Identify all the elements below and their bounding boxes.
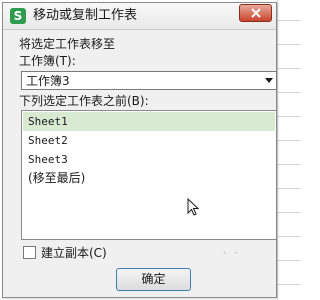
ok-button[interactable]: 确定: [116, 268, 191, 291]
copy-checkbox[interactable]: [23, 246, 36, 259]
sheet-listbox[interactable]: Sheet1 Sheet2 Sheet3 (移至最后): [21, 110, 277, 240]
dialog-titlebar[interactable]: S 移动或复制工作表: [3, 3, 276, 30]
sheet-grid-line: [277, 212, 300, 213]
sheet-grid-line: [277, 92, 300, 93]
list-item-sheet1[interactable]: Sheet1: [23, 112, 275, 131]
decorative-dots: • •: [222, 248, 240, 259]
sheet-grid-line: [277, 188, 300, 189]
wps-spreadsheet-icon: S: [10, 8, 26, 24]
workbook-select[interactable]: 工作簿3: [21, 71, 277, 90]
sheet-grid-line: [277, 236, 300, 237]
list-item-move-to-end[interactable]: (移至最后): [23, 169, 275, 188]
workbook-select-value: 工作簿3: [26, 74, 70, 88]
mouse-pointer-icon: [187, 198, 199, 216]
sheet-grid-line: [277, 164, 300, 165]
sheet-grid-line: [277, 20, 300, 21]
close-icon: [251, 8, 261, 18]
before-sheet-label: 下列选定工作表之前(B):: [19, 94, 149, 108]
move-copy-sheet-dialog: S 移动或复制工作表 将选定工作表移至 工作簿(T): 工作簿3 下列选定工作表…: [2, 2, 277, 298]
sheet-grid-line: [277, 116, 300, 117]
sheet-grid-line: [277, 140, 300, 141]
workbook-label: 工作簿(T):: [19, 54, 76, 68]
sheet-grid-line: [277, 284, 300, 285]
dialog-title: 移动或复制工作表: [33, 8, 138, 23]
list-item-sheet3[interactable]: Sheet3: [23, 150, 275, 169]
sheet-grid-line: [277, 68, 300, 69]
sheet-grid-line: [277, 260, 300, 261]
list-item-sheet2[interactable]: Sheet2: [23, 131, 275, 150]
chevron-down-icon: [265, 78, 273, 83]
move-to-label: 将选定工作表移至: [19, 37, 116, 51]
sheet-grid-line: [277, 0, 278, 300]
desktop-background: S 移动或复制工作表 将选定工作表移至 工作簿(T): 工作簿3 下列选定工作表…: [0, 0, 300, 300]
sheet-grid-line: [277, 44, 300, 45]
copy-checkbox-label[interactable]: 建立副本(C): [41, 246, 107, 260]
close-button[interactable]: [239, 4, 272, 22]
